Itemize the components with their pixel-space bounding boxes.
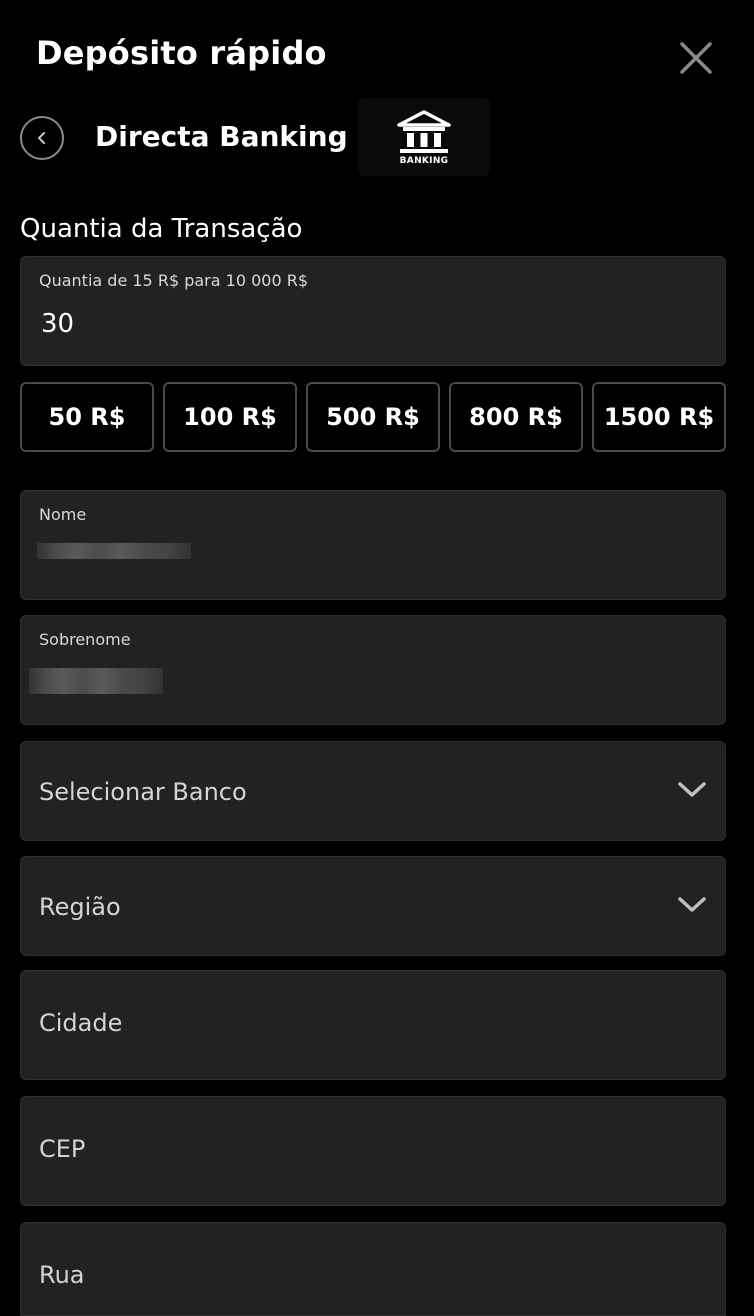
payment-method-logo: BANKING	[358, 98, 490, 176]
amount-field[interactable]: Quantia de 15 R$ para 10 000 R$ 30	[20, 256, 726, 366]
city-placeholder: Cidade	[39, 1009, 123, 1037]
region-select-placeholder: Região	[39, 893, 121, 921]
bank-select-placeholder: Selecionar Banco	[39, 778, 247, 806]
page-title: Depósito rápido	[36, 34, 327, 72]
quick-amount-button[interactable]: 50 R$	[20, 382, 154, 452]
amount-field-label: Quantia de 15 R$ para 10 000 R$	[39, 271, 308, 290]
city-field[interactable]: Cidade	[20, 970, 726, 1080]
amount-input[interactable]: 30	[41, 309, 74, 339]
street-placeholder: Rua	[39, 1261, 85, 1289]
last-name-label: Sobrenome	[39, 630, 131, 649]
redacted-first-name	[37, 543, 191, 559]
close-icon	[680, 42, 712, 74]
region-select[interactable]: Região	[20, 856, 726, 956]
payment-method-row: Directa Banking BANKING	[0, 98, 754, 178]
chevron-down-icon	[678, 782, 706, 797]
quick-amount-button[interactable]: 100 R$	[163, 382, 297, 452]
quick-amount-buttons: 50 R$ 100 R$ 500 R$ 800 R$ 1500 R$	[20, 382, 726, 452]
first-name-label: Nome	[39, 505, 87, 524]
quick-amount-button[interactable]: 800 R$	[449, 382, 583, 452]
header: Depósito rápido	[0, 0, 754, 100]
back-button[interactable]	[20, 116, 64, 160]
quick-amount-button[interactable]: 500 R$	[306, 382, 440, 452]
payment-method-logo-text: BANKING	[399, 155, 449, 166]
transaction-amount-heading: Quantia da Transação	[20, 214, 303, 244]
quick-deposit-screen: Depósito rápido Directa Banking BANKING …	[0, 0, 754, 1316]
quick-amount-button[interactable]: 1500 R$	[592, 382, 726, 452]
payment-method-name: Directa Banking	[95, 120, 348, 153]
zip-field[interactable]: CEP	[20, 1096, 726, 1206]
first-name-field[interactable]: Nome	[20, 490, 726, 600]
close-button[interactable]	[676, 38, 716, 78]
last-name-field[interactable]: Sobrenome	[20, 615, 726, 725]
street-field[interactable]: Rua	[20, 1222, 726, 1316]
chevron-down-icon	[678, 897, 706, 912]
zip-placeholder: CEP	[39, 1135, 86, 1163]
bank-icon	[397, 109, 451, 153]
redacted-last-name	[29, 668, 163, 694]
bank-select[interactable]: Selecionar Banco	[20, 741, 726, 841]
chevron-left-icon	[38, 132, 45, 144]
